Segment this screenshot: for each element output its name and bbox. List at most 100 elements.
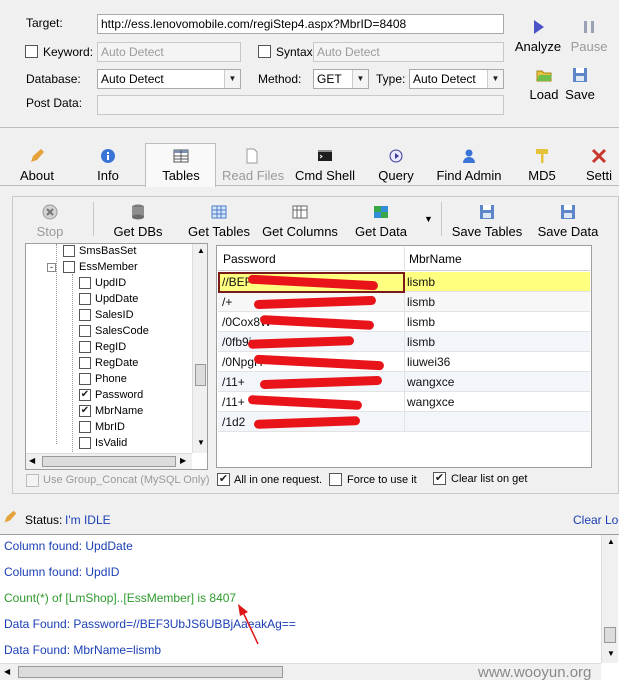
- keyword-checkbox[interactable]: [25, 45, 38, 58]
- tree-item-checkbox[interactable]: [79, 421, 91, 434]
- save-data-button[interactable]: Save Data: [536, 203, 600, 239]
- chevron-down-icon[interactable]: ▼: [487, 70, 503, 88]
- tree-item-checkbox[interactable]: [79, 293, 91, 306]
- tree-item-checkbox[interactable]: [79, 357, 91, 370]
- tree-item[interactable]: SmsBasSet: [63, 245, 136, 261]
- tree-item-checkbox[interactable]: ✔: [79, 389, 91, 402]
- table-row[interactable]: /0fb9i lismb: [218, 332, 590, 352]
- load-button[interactable]: Load: [525, 66, 563, 102]
- scroll-thumb[interactable]: [42, 456, 176, 467]
- scroll-down-arrow[interactable]: ▼: [607, 649, 615, 658]
- method-select[interactable]: GET ▼: [313, 69, 369, 89]
- redaction-scribble: [259, 315, 375, 330]
- tree-item-checkbox[interactable]: [63, 261, 75, 274]
- tree-item[interactable]: UpdDate: [79, 293, 138, 309]
- scroll-up-arrow[interactable]: ▲: [197, 246, 205, 255]
- clear-log-link[interactable]: Clear Log: [573, 513, 619, 527]
- clear-list-checkbox[interactable]: ✔: [433, 472, 446, 485]
- tree-item[interactable]: UpdID: [79, 277, 126, 293]
- play-icon: [534, 20, 544, 34]
- tree-item-checkbox[interactable]: [63, 245, 75, 258]
- get-dbs-button[interactable]: Get DBs: [112, 203, 164, 239]
- col-header-password[interactable]: Password: [223, 252, 276, 266]
- scroll-down-arrow[interactable]: ▼: [197, 438, 205, 447]
- floppy-icon: [573, 68, 587, 82]
- postdata-input[interactable]: [97, 95, 504, 115]
- tree-item[interactable]: RegID: [79, 341, 126, 357]
- type-select[interactable]: Auto Detect ▼: [409, 69, 504, 89]
- save-button[interactable]: Save: [563, 66, 597, 102]
- tab-tables[interactable]: Tables: [155, 147, 207, 183]
- chevron-down-icon[interactable]: ▼: [424, 214, 433, 224]
- table-row[interactable]: /11+ wangxce: [218, 392, 590, 412]
- tree-expander[interactable]: -: [47, 263, 56, 272]
- scroll-left-arrow[interactable]: ◀: [29, 456, 35, 465]
- tree-item-label: RegDate: [95, 357, 139, 370]
- get-columns-button[interactable]: Get Columns: [260, 203, 340, 239]
- target-input[interactable]: http://ess.lenovomobile.com/regiStep4.as…: [97, 14, 504, 34]
- tree-item-checkbox[interactable]: [79, 309, 91, 322]
- get-tables-button[interactable]: Get Tables: [184, 203, 254, 239]
- get-data-button[interactable]: Get Data: [352, 203, 410, 239]
- table-row[interactable]: /1d2: [218, 412, 590, 432]
- scroll-thumb[interactable]: [195, 364, 206, 386]
- selected-cell-outline: [218, 272, 405, 293]
- force-checkbox[interactable]: [329, 473, 342, 486]
- table-row[interactable]: /0NpgH liuwei36: [218, 352, 590, 372]
- tree-item[interactable]: SalesID: [79, 309, 134, 325]
- tree-item-checkbox[interactable]: [79, 277, 91, 290]
- database-select[interactable]: Auto Detect ▼: [97, 69, 241, 89]
- scroll-thumb[interactable]: [18, 666, 283, 678]
- chevron-down-icon[interactable]: ▼: [224, 70, 240, 88]
- syntax-input[interactable]: Auto Detect: [313, 42, 504, 62]
- tree-item-checkbox[interactable]: ✔: [79, 405, 91, 418]
- floppy-icon: [561, 205, 575, 219]
- tree-item-label: MbrID: [95, 421, 125, 434]
- keyword-input[interactable]: Auto Detect: [97, 42, 241, 62]
- tree-view[interactable]: - SmsBasSet EssMember UpdID UpdDate SalesID S…: [25, 243, 208, 470]
- tree-vscrollbar[interactable]: ▲ ▼: [192, 244, 207, 453]
- col-divider: [404, 247, 405, 271]
- pause-button[interactable]: Pause: [568, 18, 610, 54]
- tree-item-checkbox[interactable]: [79, 341, 91, 354]
- all-in-one-checkbox[interactable]: ✔: [217, 473, 230, 486]
- tree-item[interactable]: Phone: [79, 373, 127, 389]
- group-concat-checkbox[interactable]: [26, 474, 39, 487]
- tab-settings[interactable]: Setti: [586, 147, 619, 183]
- scroll-thumb[interactable]: [604, 627, 616, 643]
- tab-md5[interactable]: MD5: [525, 147, 559, 183]
- tree-item[interactable]: MbrID: [79, 421, 125, 437]
- log-vscrollbar[interactable]: ▲ ▼: [601, 535, 618, 663]
- syntax-checkbox[interactable]: [258, 45, 271, 58]
- tree-hscrollbar[interactable]: ◀ ▶: [26, 453, 192, 469]
- table-row[interactable]: /11+ wangxce: [218, 372, 590, 392]
- tree-item-checkbox[interactable]: [79, 325, 91, 338]
- chevron-down-icon[interactable]: ▼: [352, 70, 368, 88]
- log-line: Data Found: MbrName=lismb: [4, 643, 162, 657]
- tab-find-admin[interactable]: Find Admin: [434, 147, 504, 183]
- tab-query[interactable]: Query: [375, 147, 417, 183]
- scroll-up-arrow[interactable]: ▲: [607, 537, 615, 546]
- tree-item-checkbox[interactable]: [79, 437, 91, 450]
- tab-read-files[interactable]: Read Files: [222, 147, 284, 183]
- log-panel[interactable]: Column found: UpdDate Column found: UpdID…: [0, 534, 619, 682]
- tree-item[interactable]: RegDate: [79, 357, 138, 373]
- scroll-right-arrow[interactable]: ▶: [180, 456, 186, 465]
- tab-cmd-shell[interactable]: Cmd Shell: [294, 147, 356, 183]
- col-header-mbrname[interactable]: MbrName: [409, 252, 462, 266]
- tree-item[interactable]: ✔ MbrName: [79, 405, 143, 421]
- tree-item[interactable]: ✔ Password: [79, 389, 143, 405]
- tab-info[interactable]: Info: [88, 147, 128, 183]
- stop-button[interactable]: Stop: [30, 203, 70, 239]
- tree-item-checkbox[interactable]: [79, 373, 91, 386]
- table-row[interactable]: /0Cox8W lismb: [218, 312, 590, 332]
- table-row[interactable]: /+ lismb: [218, 292, 590, 312]
- analyze-button[interactable]: Analyze: [514, 18, 562, 54]
- tree-item[interactable]: SalesCode: [79, 325, 149, 341]
- tree-item[interactable]: EssMember: [63, 261, 138, 277]
- scroll-left-arrow[interactable]: ◀: [4, 667, 10, 676]
- redaction-scribble: [259, 375, 383, 390]
- tree-item[interactable]: IsValid: [79, 437, 127, 453]
- tab-about[interactable]: About: [14, 147, 60, 183]
- save-tables-button[interactable]: Save Tables: [451, 203, 523, 239]
